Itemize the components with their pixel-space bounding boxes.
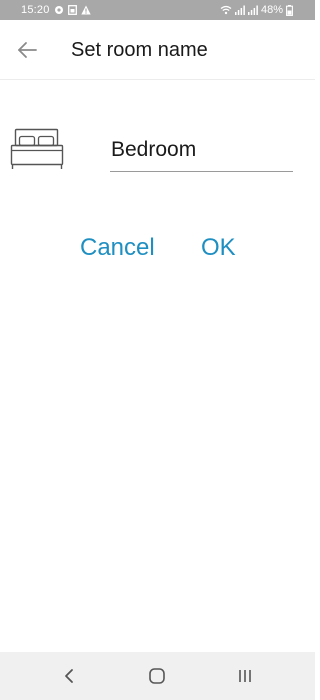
back-chevron-icon bbox=[65, 669, 73, 683]
screen: 15:20 48% Set room name Bedroom Cancel O… bbox=[0, 0, 315, 700]
ok-button[interactable]: OK bbox=[201, 232, 236, 264]
battery-percentage: 48% bbox=[260, 4, 283, 16]
room-name-input[interactable] bbox=[110, 134, 293, 172]
wifi-icon bbox=[220, 5, 232, 15]
nav-home-button[interactable] bbox=[145, 664, 169, 688]
warning-icon bbox=[81, 5, 91, 15]
back-button[interactable] bbox=[14, 37, 40, 63]
bed-icon bbox=[10, 128, 64, 169]
signal-icon bbox=[247, 5, 258, 15]
nav-back-button[interactable] bbox=[57, 664, 81, 688]
battery-icon bbox=[286, 4, 293, 16]
navigation-bar bbox=[0, 652, 315, 700]
app-bar: Set room name bbox=[0, 20, 315, 80]
cancel-button[interactable]: Cancel bbox=[80, 232, 155, 264]
status-bar: 15:20 48% bbox=[0, 0, 315, 20]
recents-icon bbox=[239, 670, 251, 682]
page-title: Set room name bbox=[71, 39, 208, 61]
signal-icon bbox=[234, 5, 245, 15]
nav-recents-button[interactable] bbox=[233, 664, 257, 688]
status-icons-right: 48% bbox=[220, 0, 293, 20]
settings-gear-icon bbox=[55, 6, 63, 14]
sim-card-icon bbox=[68, 5, 77, 15]
status-icons-left bbox=[54, 5, 91, 15]
home-icon bbox=[149, 668, 165, 684]
arrow-left-icon bbox=[18, 42, 37, 58]
status-time: 15:20 bbox=[21, 4, 50, 16]
